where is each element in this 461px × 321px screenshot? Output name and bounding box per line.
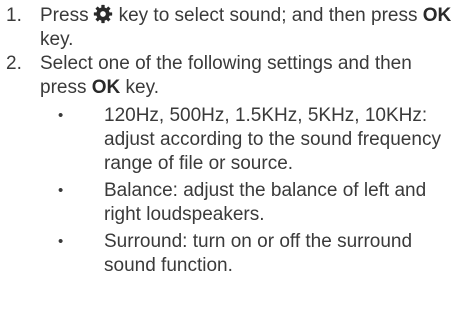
- bullet-icon: •: [58, 233, 64, 250]
- list-item-text: 120Hz, 500Hz, 1.5KHz, 5KHz, 10KHz: adjus…: [104, 105, 441, 174]
- list-item: • Surround: turn on or off the surround …: [58, 230, 455, 278]
- step-number: 2.: [6, 53, 22, 74]
- list-item-text: Balance: adjust the balance of left and …: [104, 180, 427, 225]
- list-item: • 120Hz, 500Hz, 1.5KHz, 5KHz, 10KHz: adj…: [58, 104, 455, 176]
- settings-list: • 120Hz, 500Hz, 1.5KHz, 5KHz, 10KHz: adj…: [40, 104, 455, 278]
- ok-key-label: OK: [91, 77, 121, 98]
- instruction-document: 1. Press key to select sound; and then p…: [0, 4, 461, 281]
- step-text-mid: key to select sound; and then press: [118, 5, 418, 26]
- step-text-post: key.: [125, 77, 159, 98]
- list-item-text: Surround: turn on or off the surround so…: [104, 231, 413, 276]
- ok-key-label: OK: [422, 5, 452, 26]
- bullet-icon: •: [58, 182, 64, 199]
- step-text-post: key.: [40, 29, 74, 50]
- list-item: • Balance: adjust the balance of left an…: [58, 179, 455, 227]
- gear-icon: [93, 4, 112, 24]
- step-2: 2. Select one of the following settings …: [0, 52, 461, 278]
- step-1: 1. Press key to select sound; and then p…: [0, 4, 461, 52]
- step-text-pre: Press: [40, 5, 89, 26]
- bullet-icon: •: [58, 107, 64, 124]
- step-number: 1.: [6, 5, 22, 26]
